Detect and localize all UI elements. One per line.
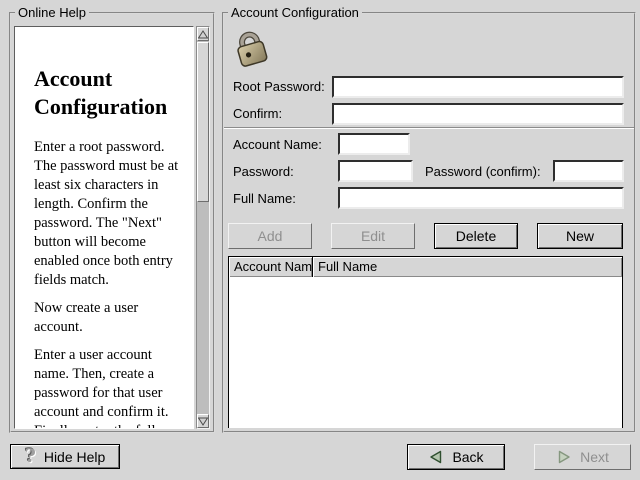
online-help-frame-label: Online Help <box>15 5 89 20</box>
full-name-label: Full Name: <box>233 191 296 206</box>
root-password-input[interactable] <box>332 76 624 98</box>
account-name-label: Account Name: <box>233 137 322 152</box>
table-body[interactable] <box>229 277 622 428</box>
edit-button[interactable]: Edit <box>331 223 415 249</box>
back-button-label: Back <box>452 449 483 465</box>
help-title: Account Configuration <box>34 65 185 121</box>
confirm-password-input[interactable] <box>332 103 624 125</box>
scrollbar-down-button[interactable] <box>197 414 209 428</box>
password-input[interactable] <box>338 160 413 182</box>
account-name-input[interactable] <box>338 133 410 155</box>
password-confirm-label: Password (confirm): <box>425 164 541 179</box>
edit-button-label: Edit <box>361 228 385 244</box>
new-button[interactable]: New <box>537 223 623 249</box>
back-arrow-icon <box>428 449 444 465</box>
installer-window: { "help": { "frame_label": "Online Help"… <box>0 0 640 480</box>
account-configuration-panel: Account Configuration Root Password: Con… <box>222 12 636 433</box>
password-label: Password: <box>233 164 294 179</box>
next-arrow-icon <box>556 449 572 465</box>
separator <box>224 127 634 129</box>
scrollbar-up-button[interactable] <box>197 27 209 41</box>
full-name-input[interactable] <box>338 187 624 209</box>
column-header-account-name[interactable]: Account Name <box>229 257 313 277</box>
help-scrollbar[interactable] <box>196 26 210 429</box>
next-button-label: Next <box>580 449 609 465</box>
scrollbar-up-icon <box>198 30 208 39</box>
password-confirm-input[interactable] <box>553 160 624 182</box>
account-configuration-frame-label: Account Configuration <box>228 5 362 20</box>
column-header-full-name[interactable]: Full Name <box>313 257 622 277</box>
add-button-label: Add <box>258 228 283 244</box>
confirm-label: Confirm: <box>233 106 282 121</box>
question-mark-icon: ? <box>25 447 36 466</box>
help-paragraph: Enter a user account name. Then, create … <box>34 346 185 429</box>
next-button[interactable]: Next <box>534 444 631 470</box>
online-help-panel: Online Help Account Configuration Enter … <box>9 12 215 433</box>
help-paragraph: Now create a user account. <box>34 299 185 337</box>
add-button[interactable]: Add <box>228 223 312 249</box>
padlock-icon <box>229 28 273 70</box>
back-button[interactable]: Back <box>407 444 505 470</box>
new-button-label: New <box>566 228 594 244</box>
scrollbar-thumb[interactable] <box>197 42 209 202</box>
help-paragraph: Enter a root password. The password must… <box>34 138 185 290</box>
help-text-area: Account Configuration Enter a root passw… <box>14 26 194 429</box>
delete-button-label: Delete <box>456 228 496 244</box>
table-header-row: Account Name Full Name <box>229 257 622 277</box>
delete-button[interactable]: Delete <box>434 223 518 249</box>
hide-help-button-label: Hide Help <box>44 449 105 465</box>
scrollbar-down-icon <box>198 417 208 426</box>
hide-help-button[interactable]: ? Hide Help <box>10 444 120 469</box>
user-accounts-table: Account Name Full Name <box>228 256 623 428</box>
root-password-label: Root Password: <box>233 79 325 94</box>
